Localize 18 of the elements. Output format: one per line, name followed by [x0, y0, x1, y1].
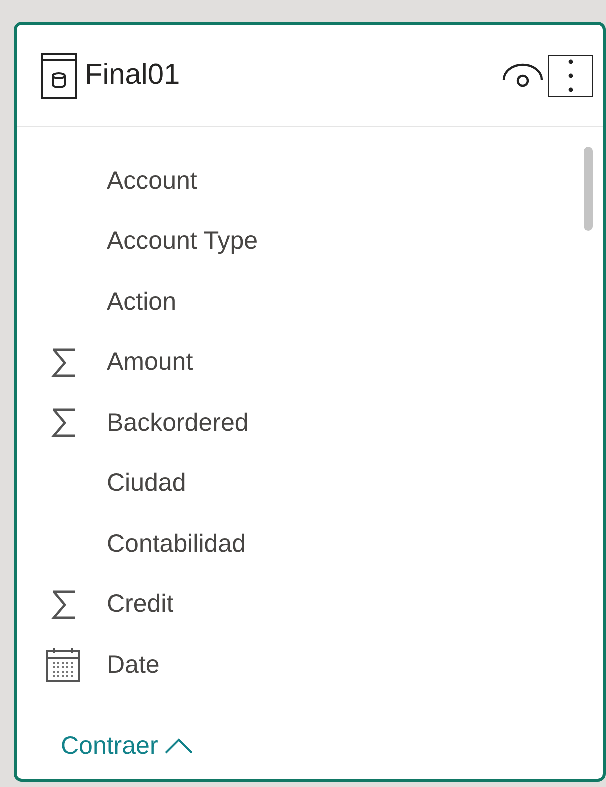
field-name[interactable]: Account Type	[107, 223, 258, 260]
collapse-link[interactable]: Contraer	[61, 728, 194, 765]
field-name[interactable]: Amount	[107, 344, 194, 382]
field-name[interactable]: Ciudad	[107, 465, 186, 502]
field-name[interactable]: Contabilidad	[107, 526, 246, 563]
field-name[interactable]: Credit	[107, 586, 174, 624]
more-options-button[interactable]	[548, 54, 593, 96]
more-options-icon	[568, 58, 574, 92]
scrollbar[interactable]	[584, 147, 593, 231]
field-name[interactable]: Action	[107, 284, 176, 321]
field-name[interactable]: Backordered	[107, 404, 249, 442]
table-title: Final01	[85, 58, 180, 93]
table-icon	[41, 52, 77, 98]
eye-icon[interactable]	[502, 62, 544, 88]
chevron-up-icon	[164, 737, 194, 756]
field-name[interactable]: Account	[107, 162, 198, 200]
calendar-icon	[45, 647, 81, 684]
field-name[interactable]: Date	[107, 646, 160, 684]
